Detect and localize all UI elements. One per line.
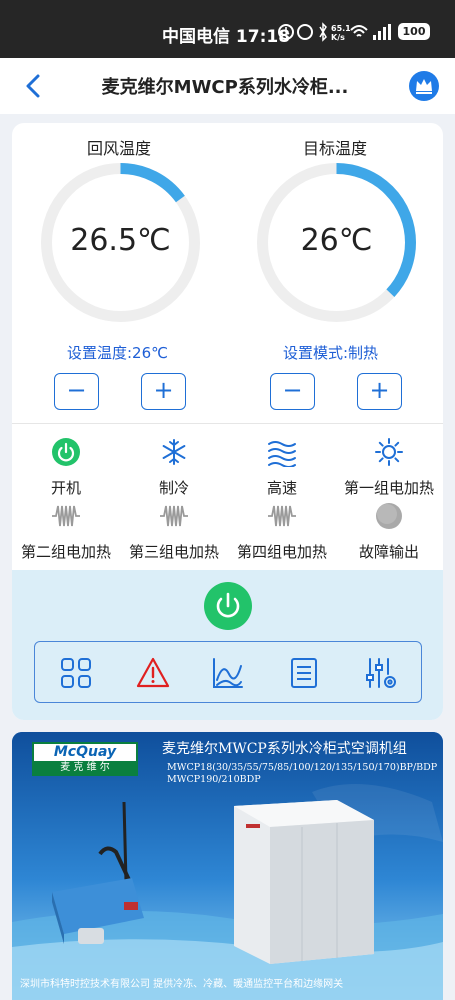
fault-dot-icon: [376, 503, 402, 529]
status-power-on: 开机: [12, 437, 120, 498]
return-air-temp-title: 回风温度: [87, 139, 152, 158]
settings-sliders-icon[interactable]: [364, 656, 398, 690]
status-label: 制冷: [158, 479, 189, 497]
alarm-warning-icon[interactable]: [136, 656, 170, 690]
status-label: 故障输出: [358, 543, 419, 561]
battery-icon: 100: [398, 23, 430, 40]
svg-text:65.1: 65.1: [331, 24, 351, 33]
set-mode-label: 设置模式:制热: [283, 344, 379, 362]
logo-en-text: McQuay: [53, 744, 117, 760]
status-heater-3: 第三组电加热: [120, 501, 228, 562]
status-bar: 中国电信 17:18 65.1 K/s 100: [0, 0, 455, 58]
mode-decrease-button[interactable]: −: [270, 373, 315, 410]
status-label: 第三组电加热: [128, 543, 219, 561]
carrier-time: 中国电信 17:18: [162, 27, 291, 47]
heater-coil-icon: [52, 505, 80, 527]
device-panel: 回风温度 目标温度 26.5℃ 26℃ 设置温度:26℃ 设置模式:制热 − +…: [12, 123, 443, 720]
crown-icon[interactable]: [409, 71, 439, 101]
status-label: 第四组电加热: [236, 543, 327, 561]
power-on-icon: [52, 438, 80, 466]
mode-increase-button[interactable]: +: [357, 373, 402, 410]
ac-cabinet-image: [234, 800, 374, 964]
back-arrow-icon[interactable]: [22, 72, 48, 100]
system-icons: 65.1 K/s: [278, 22, 391, 42]
status-high-speed: 高速: [228, 437, 336, 498]
tool-bar: [34, 641, 422, 703]
trend-chart-icon[interactable]: [211, 656, 245, 690]
temp-decrease-button[interactable]: −: [54, 373, 99, 410]
control-panel: [12, 570, 443, 720]
banner-footer: 深圳市科特时控技术有限公司 提供冷冻、冷藏、暖通监控平台和边缘网关: [20, 979, 344, 990]
banner-models: MWCP18(30/35/55/75/85/100/120/135/150/17…: [167, 762, 438, 785]
set-temp-label: 设置温度:26℃: [67, 344, 168, 362]
status-fault-output: 故障输出: [335, 501, 443, 562]
snowflake-icon: [162, 439, 186, 465]
target-temp-value: 26℃: [300, 223, 373, 258]
banner-title: 麦克维尔MWCP系列水冷柜式空调机组: [162, 741, 407, 757]
page-title: 麦克维尔MWCP系列水冷柜...: [101, 77, 349, 98]
status-heater-1: 第一组电加热: [335, 437, 443, 498]
power-icon: [216, 592, 240, 618]
status-label: 第一组电加热: [343, 479, 434, 497]
status-label: 高速: [266, 479, 297, 497]
product-banner[interactable]: McQuay 麦 克 维 尔 麦克维尔MWCP系列水冷柜式空调机组 MWCP18…: [12, 732, 443, 1000]
heater-coil-icon: [160, 505, 188, 527]
status-heater-2: 第二组电加热: [12, 501, 120, 562]
power-toggle-button[interactable]: [204, 582, 252, 630]
status-label: 开机: [50, 479, 81, 497]
wind-waves-icon: [268, 441, 296, 468]
logo-cn-text: 麦 克 维 尔: [34, 761, 136, 774]
divider: [12, 423, 443, 424]
list-icon[interactable]: [287, 656, 321, 690]
target-temp-title: 目标温度: [303, 139, 368, 158]
return-air-temp-value: 26.5℃: [70, 223, 171, 258]
mcquay-logo: McQuay 麦 克 维 尔: [32, 742, 138, 776]
temp-increase-button[interactable]: +: [141, 373, 186, 410]
heater-coil-icon: [268, 505, 296, 527]
svg-text:K/s: K/s: [331, 33, 345, 42]
nav-bar: 麦克维尔MWCP系列水冷柜...: [0, 58, 455, 114]
grid-icon[interactable]: [59, 656, 93, 690]
status-cooling: 制冷: [120, 437, 228, 498]
status-icons: 65.1 K/s: [278, 22, 396, 46]
sun-icon: [375, 438, 403, 466]
status-heater-4: 第四组电加热: [228, 501, 336, 562]
status-label: 第二组电加热: [20, 543, 111, 561]
